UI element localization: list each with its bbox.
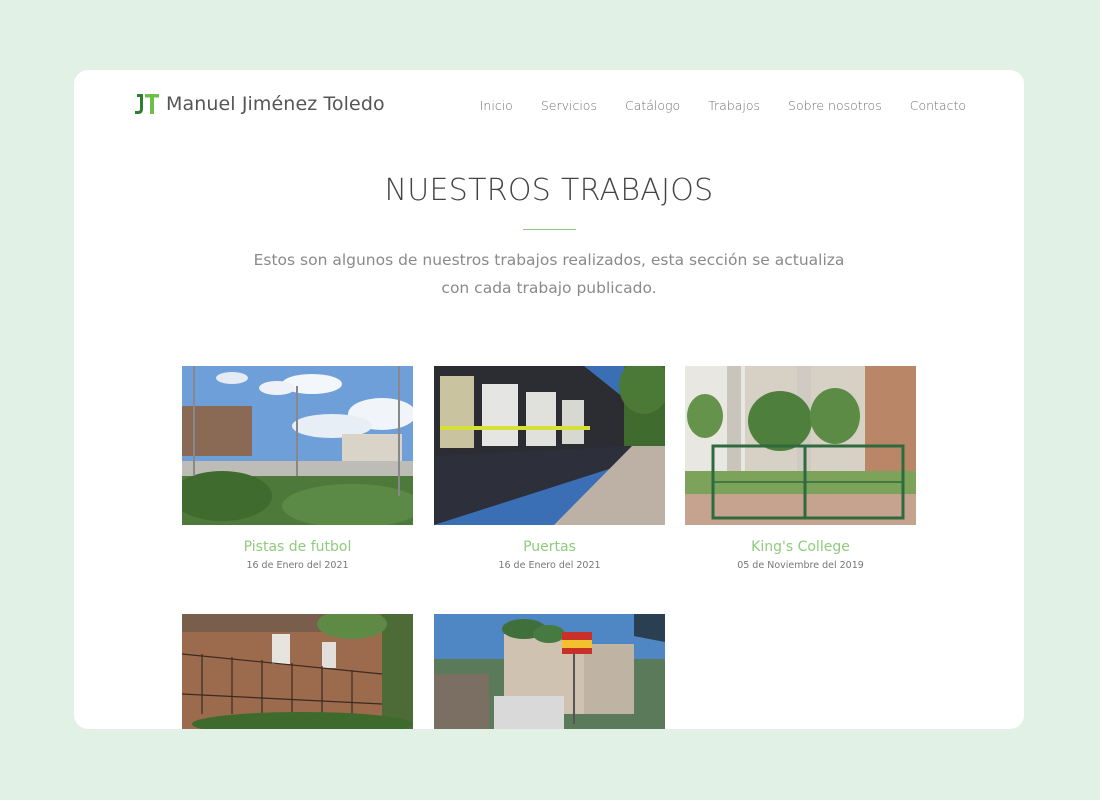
page-subtitle: Estos son algunos de nuestros trabajos r… <box>253 251 845 297</box>
work-image-portal[interactable] <box>434 614 665 729</box>
work-title[interactable]: Pistas de futbol <box>182 539 413 555</box>
work-date: 16 de Enero del 2021 <box>498 560 601 571</box>
jt-logo-icon <box>135 94 159 114</box>
work-card <box>434 614 665 729</box>
brand-name: Manuel Jiménez Toledo <box>166 93 385 115</box>
main-nav: Inicio Servicios Catálogo Trabajos Sobre… <box>480 98 966 113</box>
work-image-pistas-de-futbol[interactable] <box>182 366 413 525</box>
brand-logo[interactable]: Manuel Jiménez Toledo <box>134 92 385 116</box>
work-date: 16 de Enero del 2021 <box>246 560 349 571</box>
work-card: King's College 05 de Noviembre del 2019 <box>685 366 916 571</box>
title-divider <box>523 229 576 230</box>
nav-item-contacto[interactable]: Contacto <box>910 98 966 113</box>
nav-item-inicio[interactable]: Inicio <box>480 98 513 113</box>
work-title[interactable]: Puertas <box>434 539 665 555</box>
work-image-puertas[interactable] <box>434 366 665 525</box>
nav-item-sobre-nosotros[interactable]: Sobre nosotros <box>788 98 882 113</box>
work-image-barandilla[interactable] <box>182 614 413 729</box>
work-card: Puertas 16 de Enero del 2021 <box>434 366 665 571</box>
nav-item-catalogo[interactable]: Catálogo <box>625 98 680 113</box>
work-card <box>182 614 413 729</box>
page-title: NUESTROS TRABAJOS <box>384 173 714 208</box>
work-card: Pistas de futbol 16 de Enero del 2021 <box>182 366 413 571</box>
work-image-kings-college[interactable] <box>685 366 916 525</box>
nav-item-trabajos[interactable]: Trabajos <box>708 98 760 113</box>
work-title[interactable]: King's College <box>685 539 916 555</box>
work-date: 05 de Noviembre del 2019 <box>737 560 864 571</box>
page-card: Manuel Jiménez Toledo Inicio Servicios C… <box>74 70 1024 729</box>
nav-item-servicios[interactable]: Servicios <box>541 98 597 113</box>
